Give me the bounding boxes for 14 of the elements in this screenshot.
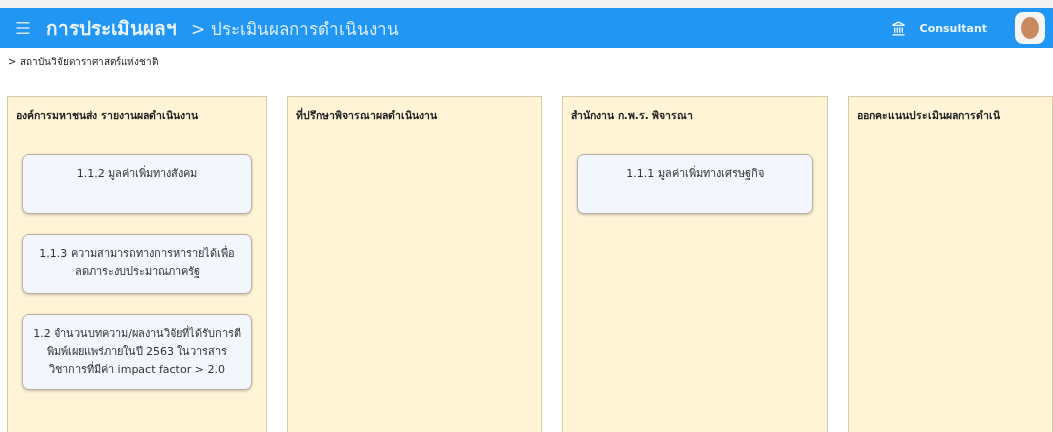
task-card[interactable]: 1.2 จำนวนบทความ/ผลงานวิจัยที่ได้รับการตีพิมพ์เผยแพร่ภายในปี 2563 ในวารสารวิชาการที่มีค่า impact factor > 2.0: [22, 314, 252, 390]
column-title: ออกคะแนนประเมินผลการดำเนิ: [856, 108, 1001, 123]
menu-icon[interactable]: [14, 19, 32, 37]
task-card[interactable]: 1.1.1 มูลค่าเพิ่มทางเศรษฐกิจ: [577, 154, 813, 214]
breadcrumb: > ประเมินผลการดำเนินงาน: [191, 17, 400, 41]
landmark-icon: [890, 20, 906, 36]
task-card[interactable]: 1.1.2 มูลค่าเพิ่มทางสังคม: [22, 154, 252, 214]
column-title: สำนักงาน ก.พ.ร. พิจารณา: [570, 108, 695, 123]
column-title: องค์การมหาชนส่ง รายงานผลดำเนินงาน: [15, 108, 199, 123]
app-title: การประเมินผลฯ: [46, 16, 177, 41]
sub-breadcrumb: > สถาบันวิจัยดาราศาสตร์แห่งชาติ: [8, 54, 158, 69]
column-title: ที่ปรึกษาพิจารณาผลดำเนินงาน: [295, 106, 438, 123]
user-avatar[interactable]: [1015, 12, 1045, 44]
task-card[interactable]: 1.1.3 ความสามารถทางการหารายได้เพื่อลดภาระงบประมาณภาครัฐ: [22, 234, 252, 294]
